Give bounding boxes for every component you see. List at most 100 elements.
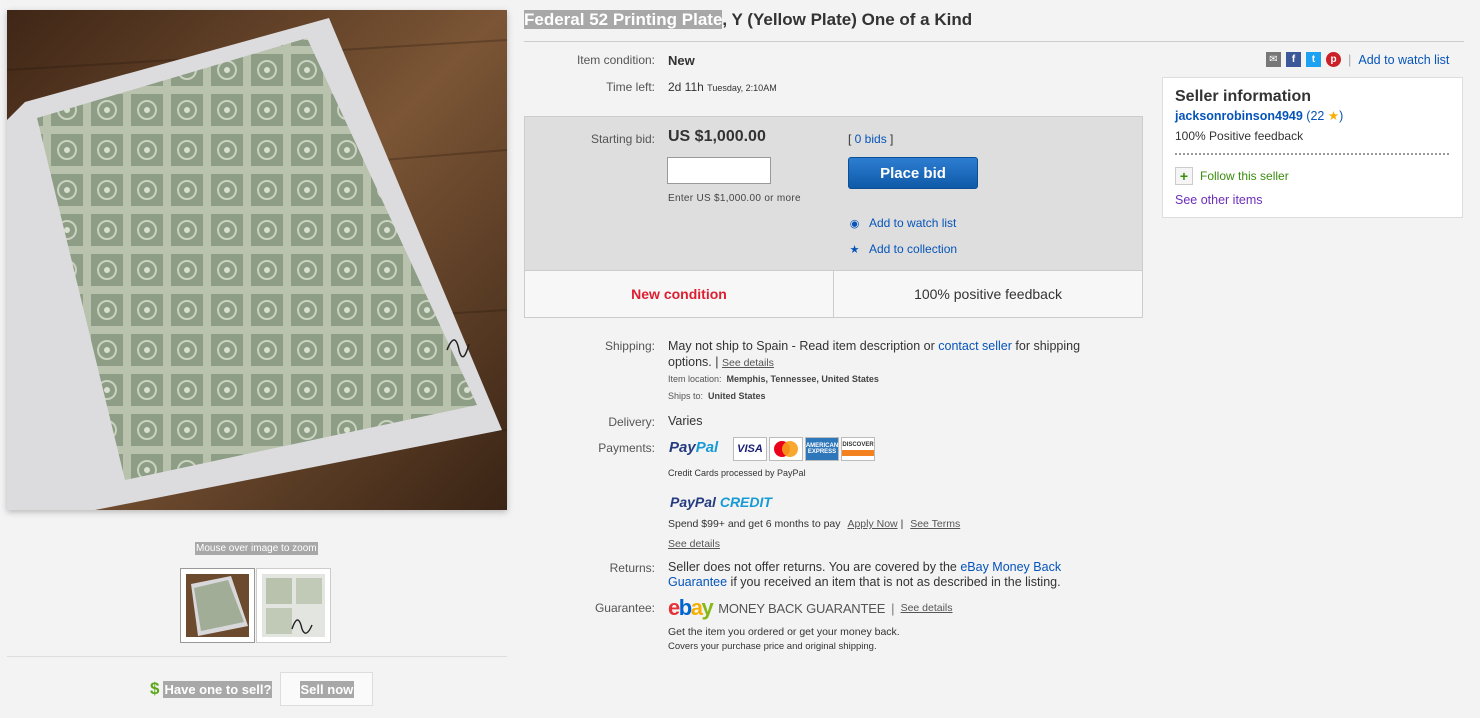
ebay-logo: ebay [668, 595, 714, 620]
bid-add-to-watch-list[interactable]: ◉ Add to watch list [848, 216, 957, 230]
zoom-hint: Mouse over image to zoom [195, 542, 318, 555]
contact-seller-link[interactable]: contact seller [938, 339, 1012, 353]
time-left-duration: 2d 11h [668, 80, 704, 94]
ships-to-label: Ships to: [668, 391, 704, 401]
twitter-share-icon[interactable]: t [1306, 52, 1321, 67]
item-title-highlight: Federal 52 Printing Plate [524, 10, 723, 29]
amex-icon: AMERICAN EXPRESS [805, 437, 839, 461]
bids-count: [ 0 bids ] [848, 132, 893, 146]
guarantee-line-1: Get the item you ordered or get your mon… [668, 626, 900, 638]
thumbnail-2[interactable] [256, 568, 331, 643]
visa-icon: VISA [733, 437, 767, 461]
collection-label: Add to collection [869, 242, 958, 256]
credit-cards-note: Credit Cards processed by PayPal [668, 468, 806, 478]
payments-see-details[interactable]: See details [668, 538, 720, 550]
seller-username-link[interactable]: jacksonrobinson4949 [1175, 109, 1303, 123]
guarantee-row: ebay MONEY BACK GUARANTEE | See details [668, 595, 953, 620]
sell-now-label: Sell now [299, 680, 355, 698]
guarantee-sep: | [891, 600, 895, 616]
ships-to-value: United States [708, 391, 766, 401]
discover-icon: DISCOVER [841, 437, 875, 461]
seller-username: jacksonrobinson4949 [1175, 109, 1303, 123]
ships-to: Ships to: United States [668, 391, 766, 401]
item-location-value: Memphis, Tennessee, United States [726, 374, 879, 384]
shipping-see-details[interactable]: See details [722, 357, 774, 369]
apply-now-link[interactable]: Apply Now [847, 518, 897, 530]
follow-seller-link[interactable]: + Follow this seller [1175, 167, 1289, 185]
bid-hint: Enter US $1,000.00 or more [668, 193, 801, 204]
share-row: ✉ f t p | Add to watch list [1266, 52, 1449, 67]
shipping-text: May not ship to Spain - Read item descri… [668, 338, 1118, 371]
seller-score-close: ) [1339, 109, 1344, 123]
item-location-label: Item location: [668, 374, 722, 384]
returns-label: Returns: [609, 561, 655, 575]
facebook-share-icon[interactable]: f [1286, 52, 1301, 67]
discover-label: DISCOVER [842, 442, 874, 448]
item-location: Item location: Memphis, Tennessee, Unite… [668, 374, 879, 384]
bids-count-link[interactable]: 0 bids [855, 132, 887, 146]
condition-label: Item condition: [576, 53, 655, 67]
sell-now-button[interactable]: Sell now [280, 672, 374, 706]
place-bid-button[interactable]: Place bid [848, 157, 978, 189]
mastercard-circles [774, 441, 798, 457]
discover-bar [842, 450, 874, 456]
thumbnail-2-image [262, 574, 325, 637]
bids-bracket-open: [ [848, 132, 855, 146]
returns-text: Seller does not offer returns. You are c… [668, 560, 1098, 590]
seller-divider [1175, 153, 1449, 155]
paypal-logo-pay: Pay [669, 439, 696, 456]
returns-before: Seller does not offer returns. You are c… [668, 560, 961, 574]
starting-bid-price: US $1,000.00 [668, 128, 766, 145]
star-icon: ★ [1327, 109, 1340, 123]
bid-watch-label: Add to watch list [869, 216, 957, 230]
star-icon: ★ [849, 243, 860, 256]
pinterest-share-icon[interactable]: p [1326, 52, 1341, 67]
eye-icon: ◉ [849, 217, 860, 230]
condition-value: New [668, 53, 695, 68]
main-item-image[interactable] [7, 10, 507, 510]
paypal-credit-a: PayPal [670, 494, 720, 510]
follow-seller-label: Follow this seller [1200, 169, 1289, 183]
money-back-guarantee-text: MONEY BACK GUARANTEE [718, 600, 886, 616]
positive-feedback-badge: 100% positive feedback [914, 286, 1062, 302]
bid-amount-input[interactable] [667, 157, 771, 184]
card-logos: VISA AMERICAN EXPRESS DISCOVER [733, 437, 875, 461]
returns-after: if you received an item that is not as d… [727, 575, 1061, 589]
dollar-icon: $ [150, 679, 160, 698]
shipping-label: Shipping: [604, 339, 655, 353]
time-left-end: Tuesday, 2:10AM [707, 83, 777, 93]
printing-plate-photo [7, 10, 507, 510]
thumbnail-1-image [186, 574, 249, 637]
gallery-divider [7, 656, 507, 657]
seller-feedback-score[interactable]: 22 [1310, 109, 1324, 123]
see-terms-link[interactable]: See Terms [910, 518, 960, 530]
seller-feedback-percent: 100% Positive feedback [1175, 129, 1304, 143]
spend-sep: | [900, 518, 904, 530]
guarantee-line-2: Covers your purchase price and original … [668, 641, 877, 652]
email-share-icon[interactable]: ✉ [1266, 52, 1281, 67]
time-left-label: Time left: [606, 80, 655, 94]
delivery-label: Delivery: [608, 415, 655, 429]
plus-icon: + [1175, 167, 1193, 185]
see-other-items-link[interactable]: See other items [1175, 193, 1263, 207]
paypal-credit-offer: Spend $99+ and get 6 months to pay Apply… [668, 518, 960, 530]
title-divider [524, 41, 1464, 42]
delivery-value: Varies [668, 414, 703, 428]
paypal-logo-pal: Pal [695, 439, 719, 456]
seller-name-row: jacksonrobinson4949 (22 ★) [1175, 108, 1343, 123]
mastercard-icon [769, 437, 803, 461]
paypal-credit-logo: PayPal CREDIT [670, 494, 772, 510]
thumbnail-1[interactable] [180, 568, 255, 643]
item-title: Federal 52 Printing Plate, Y (Yellow Pla… [524, 10, 972, 30]
add-to-watch-list-link[interactable]: Add to watch list [1358, 53, 1449, 67]
seller-info-title: Seller information [1175, 88, 1312, 105]
shipping-text-before: May not ship to Spain - Read item descri… [668, 339, 939, 353]
time-left-value: 2d 11h Tuesday, 2:10AM [668, 80, 777, 94]
guarantee-see-details[interactable]: See details [901, 602, 953, 614]
spend-text: Spend $99+ and get 6 months to pay [668, 518, 841, 530]
sell-prompt: Have one to sell? [163, 680, 273, 698]
add-to-collection[interactable]: ★ Add to collection [848, 242, 958, 256]
paypal-logo: PayPal [669, 439, 718, 456]
item-title-rest: , Y (Yellow Plate) One of a Kind [722, 10, 973, 29]
bids-bracket-close: ] [886, 132, 894, 146]
